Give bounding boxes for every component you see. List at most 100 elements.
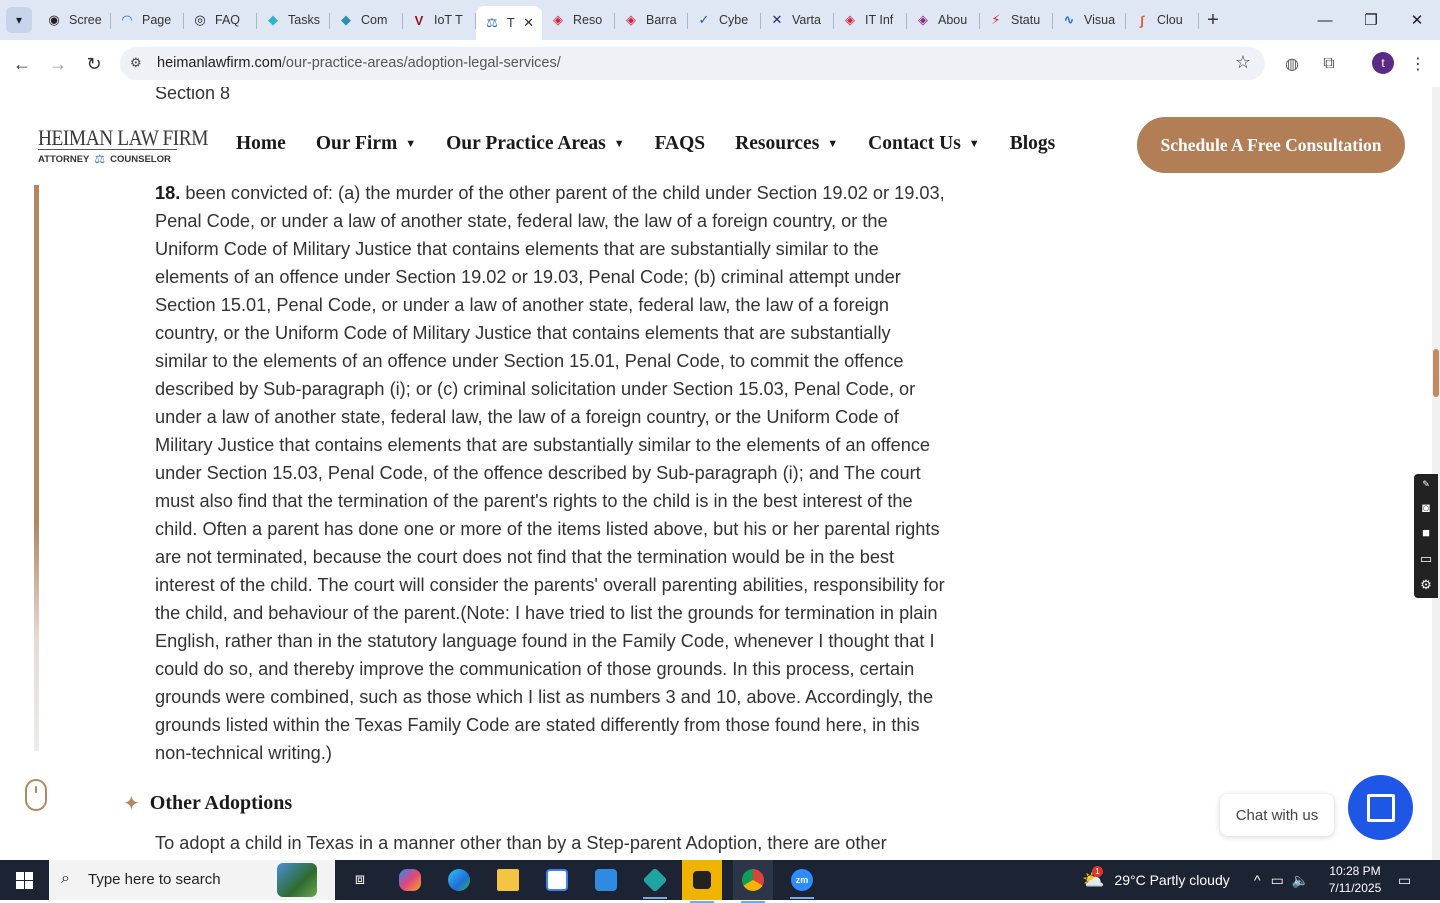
site-logo[interactable]: HEIMAN LAW FIRM ATTORNEY ⚖ COUNSELOR <box>38 127 208 166</box>
reload-button[interactable]: ↻ <box>80 50 108 78</box>
volume-icon[interactable]: 🔈 <box>1292 872 1309 889</box>
url-text[interactable]: heimanlawfirm.com/our-practice-areas/ado… <box>157 55 561 71</box>
browser-tab[interactable]: ◠ Page <box>111 6 184 34</box>
chat-button[interactable] <box>1348 775 1413 840</box>
tab-title: Tasks <box>288 13 320 27</box>
content-paragraph: 18. been convicted of: (a) the murder of… <box>155 179 945 767</box>
tab-favicon-icon: ◆ <box>268 12 278 27</box>
browser-tab[interactable]: ∫ Clou <box>1126 6 1199 34</box>
taskbar-zoom[interactable]: zm <box>782 864 822 899</box>
weather-widget[interactable]: ⛅ 1 29°C Partly cloudy <box>1082 860 1230 900</box>
browser-tab[interactable]: ◆ Tasks <box>257 6 330 34</box>
task-view-button[interactable]: ⧈ <box>340 864 380 896</box>
nav-item[interactable]: Blogs <box>1010 133 1056 155</box>
tab-favicon-icon: ◠ <box>122 12 132 27</box>
nav-item[interactable]: Our Firm ▼ <box>316 133 416 155</box>
camera-icon[interactable]: ◙ <box>1422 500 1430 515</box>
restore-button[interactable]: ❐ <box>1348 0 1394 40</box>
schedule-consultation-button[interactable]: Schedule A Free Consultation <box>1137 117 1405 173</box>
paragraph-text: been convicted of: (a) the murder of the… <box>155 183 945 763</box>
pin-icon[interactable]: ✎ <box>1422 479 1430 490</box>
chat-icon <box>1366 793 1395 822</box>
window-icon[interactable]: ▭ <box>1420 551 1432 567</box>
caret-down-icon: ▼ <box>613 138 625 150</box>
browser-tab[interactable]: ✓ Cybe <box>688 6 761 34</box>
start-button[interactable] <box>0 860 48 900</box>
browser-tab[interactable]: V IoT T <box>403 6 476 34</box>
browser-tab[interactable]: ◈ IT Inf <box>834 6 907 34</box>
bookmark-star-icon[interactable]: ☆ <box>1235 52 1251 73</box>
close-window-button[interactable]: ✕ <box>1394 0 1440 40</box>
address-bar[interactable]: ⚙ heimanlawfirm.com/our-practice-areas/a… <box>120 47 1265 80</box>
scrollbar-thumb[interactable] <box>1433 349 1439 397</box>
minimize-button[interactable]: — <box>1302 0 1348 40</box>
browser-tab[interactable]: ⚡ Statu <box>980 6 1053 34</box>
close-tab-icon[interactable]: ✕ <box>523 15 534 31</box>
weather-text: 29°C Partly cloudy <box>1114 872 1230 888</box>
taskbar-store[interactable] <box>537 864 577 896</box>
taskbar-edge[interactable] <box>439 864 479 896</box>
nav-item[interactable]: FAQS <box>655 133 706 155</box>
browser-tab[interactable]: ∿ Visua <box>1053 6 1126 34</box>
site-info-icon[interactable]: ⚙ <box>130 55 142 71</box>
logo-attorney: ATTORNEY <box>38 153 90 165</box>
capture-toolbar: ✎ ◙ ■ ▭ ⚙ <box>1414 474 1438 598</box>
taskbar-app-diamond[interactable] <box>635 864 675 899</box>
weather-partly-cloudy-icon: ⛅ 1 <box>1082 865 1105 890</box>
tab-favicon-icon: ◆ <box>341 12 351 27</box>
tab-favicon-icon: ◈ <box>553 12 563 27</box>
menu-kebab-icon[interactable]: ⋮ <box>1404 50 1432 78</box>
browser-tab[interactable]: ◈ Abou <box>907 6 980 34</box>
tab-title: IT Inf <box>865 13 894 27</box>
browser-tab[interactable]: ◉ Scree <box>38 6 111 34</box>
web-page: Section 8 HEIMAN LAW FIRM ATTORNEY ⚖ COU… <box>0 87 1440 860</box>
chat-label[interactable]: Chat with us <box>1220 794 1334 836</box>
back-button[interactable]: ← <box>8 50 36 78</box>
network-icon[interactable]: ▭ <box>1271 872 1284 889</box>
nav-item[interactable]: Resources ▼ <box>735 133 838 155</box>
extensions-icon[interactable]: ⧉ <box>1315 50 1343 78</box>
chevron-up-icon[interactable]: ^ <box>1254 872 1261 888</box>
taskbar-sticky-notes[interactable] <box>682 860 722 903</box>
browser-tab[interactable]: ⚖ T ✕ <box>476 6 542 40</box>
search-highlight-image[interactable] <box>277 863 317 897</box>
minimize-icon: — <box>1317 11 1333 29</box>
nav-item-label: Our Firm <box>315 133 398 154</box>
tab-favicon-icon: ∿ <box>1063 12 1075 27</box>
browser-tab[interactable]: ◎ FAQ <box>184 6 257 34</box>
caret-down-icon: ▼ <box>968 138 980 150</box>
tab-favicon-icon: V <box>414 12 424 28</box>
caret-down-icon: ▼ <box>827 138 839 150</box>
taskbar-mail[interactable] <box>586 864 626 896</box>
gear-icon[interactable]: ⚙ <box>1420 577 1432 593</box>
tab-title: Visua <box>1084 13 1116 27</box>
taskbar-clock[interactable]: 10:28 PM 7/11/2025 <box>1322 863 1388 897</box>
tab-search-button[interactable]: ▾ <box>6 7 32 33</box>
tab-title: Cybe <box>719 13 749 27</box>
video-camera-icon[interactable]: ■ <box>1422 525 1430 540</box>
tab-title: Reso <box>573 13 603 27</box>
clock-date: 7/11/2025 <box>1328 881 1382 895</box>
left-accent-bar <box>34 185 39 751</box>
forward-button[interactable]: → <box>44 50 72 78</box>
taskbar-chrome[interactable] <box>733 860 773 903</box>
translate-icon[interactable]: ◍ <box>1278 50 1306 78</box>
nav-item-label: Resources <box>735 133 820 154</box>
tab-title: Barra <box>646 13 677 27</box>
tab-favicon-icon: ⚖ <box>486 15 498 30</box>
browser-tab[interactable]: ◈ Barra <box>615 6 688 34</box>
nav-item[interactable]: Our Practice Areas ▼ <box>446 133 624 155</box>
browser-tab[interactable]: ◆ Com <box>330 6 403 34</box>
new-tab-button[interactable]: + <box>1199 6 1227 34</box>
browser-tab[interactable]: ✕ Varta <box>761 6 834 34</box>
tab-favicon-icon: ◈ <box>626 12 636 27</box>
notifications-button[interactable]: ▭ <box>1398 860 1411 900</box>
taskbar-copilot[interactable] <box>390 864 430 896</box>
copilot-icon <box>399 869 421 891</box>
profile-avatar[interactable]: t <box>1372 52 1394 74</box>
nav-item[interactable]: Home <box>236 133 286 155</box>
taskbar-search[interactable]: ⌕ Type here to search <box>49 860 335 900</box>
browser-tab[interactable]: ◈ Reso <box>542 6 615 34</box>
taskbar-file-explorer[interactable] <box>488 864 528 896</box>
nav-item[interactable]: Contact Us ▼ <box>868 133 980 155</box>
